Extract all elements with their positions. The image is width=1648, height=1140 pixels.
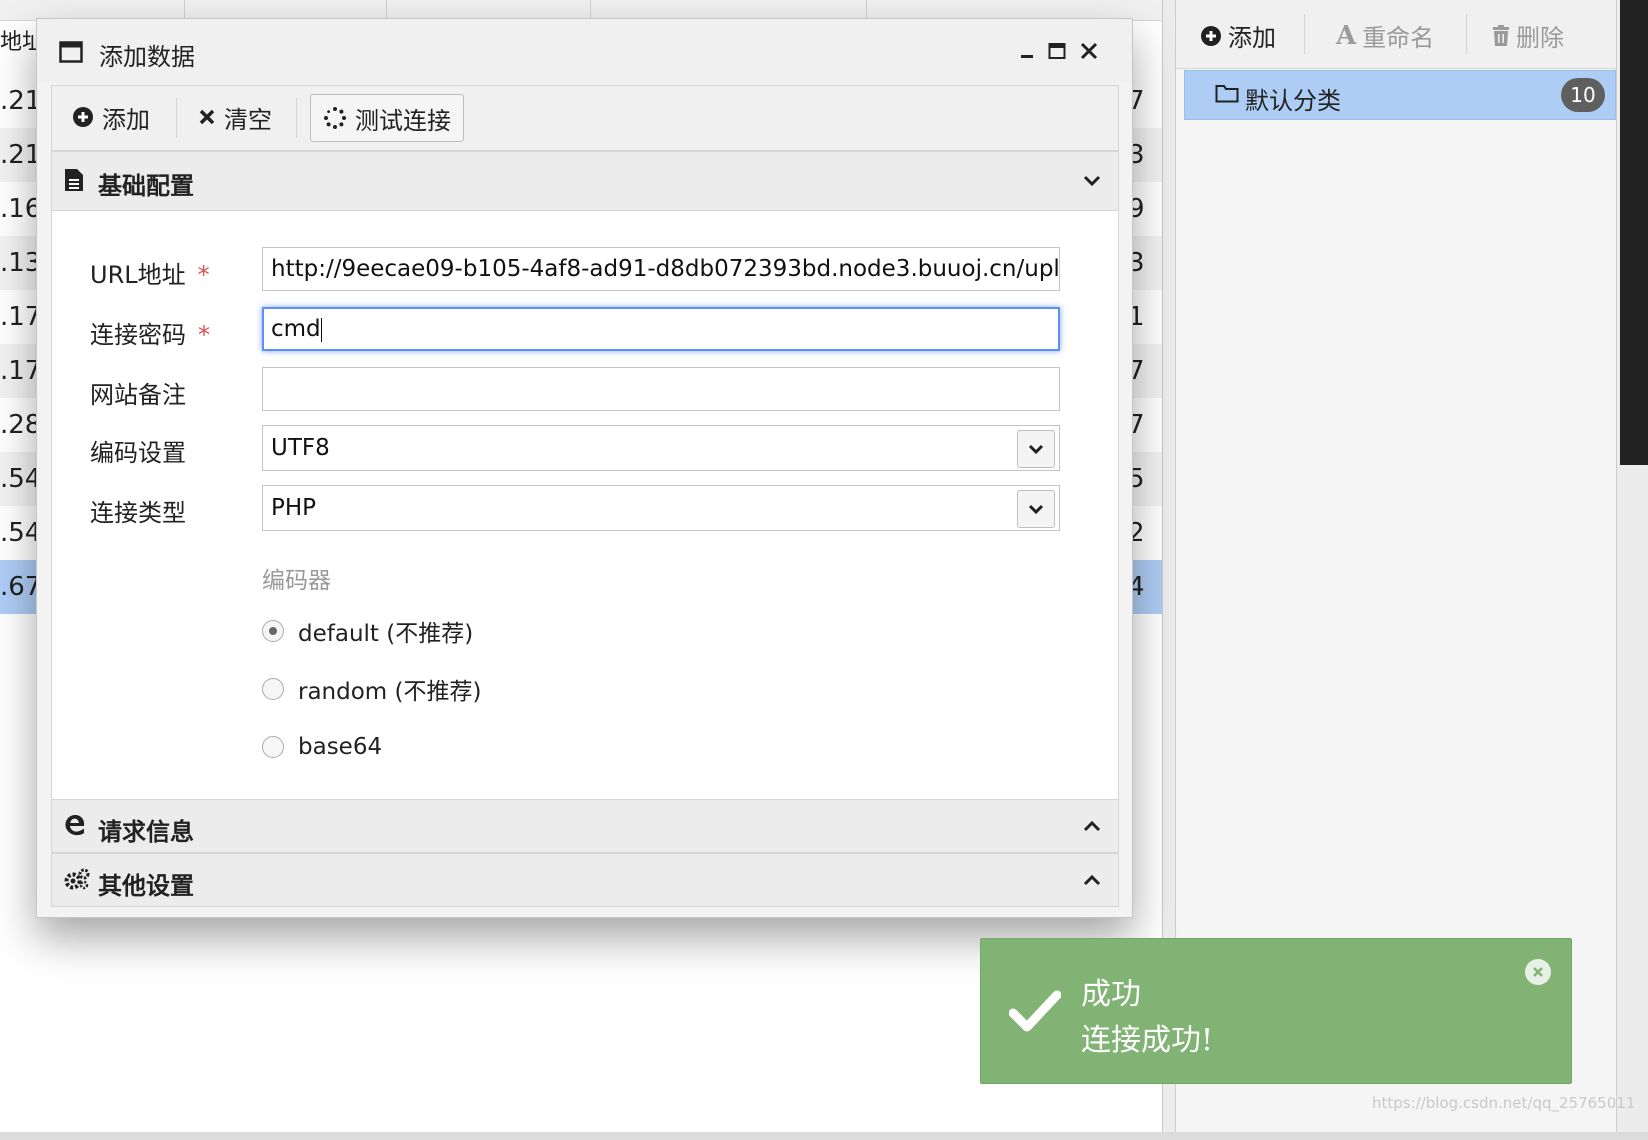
maximize-icon xyxy=(1048,43,1066,59)
password-value: cmd xyxy=(271,316,321,342)
category-delete-label: 删除 xyxy=(1516,24,1564,52)
trash-icon xyxy=(1493,24,1509,46)
encoder-option-random[interactable]: random (不推荐) xyxy=(262,671,481,707)
encoder-option-label: random (不推荐) xyxy=(298,679,482,705)
encoding-dropdown-button[interactable] xyxy=(1017,430,1055,468)
encoder-option-default[interactable]: default (不推荐) xyxy=(262,613,473,649)
category-rename-button[interactable]: A 重命名 xyxy=(1336,18,1434,53)
category-label: 默认分类 xyxy=(1245,87,1341,115)
category-add-label: 添加 xyxy=(1228,24,1276,52)
dialog-title: 添加数据 xyxy=(99,43,195,71)
toolbar-separator xyxy=(176,98,177,138)
chevron-up-icon xyxy=(1083,820,1101,832)
category-rename-label: 重命名 xyxy=(1362,24,1435,52)
minimize-button[interactable] xyxy=(1015,39,1039,63)
type-select[interactable]: PHP xyxy=(262,485,1060,531)
toast-title: 成功 xyxy=(1081,977,1141,1012)
encoder-option-label: default (不推荐) xyxy=(298,621,474,647)
type-label: 连接类型 xyxy=(90,499,186,527)
note-label: 网站备注 xyxy=(90,381,186,409)
edge-browser-icon xyxy=(65,814,85,836)
chevron-down-icon xyxy=(1028,444,1044,455)
encoding-value: UTF8 xyxy=(271,435,330,461)
chevron-up-icon xyxy=(1083,874,1101,886)
file-text-icon xyxy=(65,169,83,191)
chevron-down-icon xyxy=(1028,504,1044,515)
toolbar-separator xyxy=(296,98,297,138)
accordion-title: 请求信息 xyxy=(98,818,194,846)
gears-icon xyxy=(64,868,90,890)
basic-config-form: URL地址 * http://9eecae09-b105-4af8-ad91-d8… xyxy=(51,211,1119,799)
column-divider[interactable] xyxy=(866,0,867,20)
column-divider[interactable] xyxy=(386,0,387,20)
radio-checked[interactable] xyxy=(262,620,284,642)
clear-button-label: 清空 xyxy=(224,105,272,134)
column-divider[interactable] xyxy=(590,0,591,20)
toolbar-separator xyxy=(1304,14,1305,54)
accordion-basic-config[interactable]: 基础配置 xyxy=(51,151,1119,211)
encoding-label: 编码设置 xyxy=(90,439,186,467)
font-icon: A xyxy=(1336,20,1357,51)
window-icon xyxy=(59,41,83,63)
radio-unchecked[interactable] xyxy=(262,736,284,758)
chevron-down-icon xyxy=(1083,175,1101,187)
window-bottom-border xyxy=(0,1132,1648,1140)
clear-button[interactable]: 清空 xyxy=(186,94,284,140)
encoder-label: 编码器 xyxy=(262,568,331,594)
category-count-badge: 10 xyxy=(1561,78,1605,112)
minimize-icon xyxy=(1021,55,1033,58)
required-mark: * xyxy=(197,261,210,289)
x-icon xyxy=(199,109,215,125)
folder-icon xyxy=(1215,85,1239,103)
note-input[interactable] xyxy=(262,367,1060,411)
accordion-other-settings[interactable]: 其他设置 xyxy=(51,853,1119,907)
radio-unchecked[interactable] xyxy=(262,678,284,700)
accordion-request-info[interactable]: 请求信息 xyxy=(51,799,1119,853)
test-connection-button[interactable]: 测试连接 xyxy=(310,94,464,142)
success-toast: 成功 连接成功! xyxy=(980,938,1572,1084)
close-button[interactable] xyxy=(1077,39,1101,63)
window-edge xyxy=(1620,0,1648,465)
password-label: 连接密码 * xyxy=(90,321,210,349)
checkmark-icon xyxy=(1009,990,1061,1032)
watermark: https://blog.csdn.net/qq_25765011 xyxy=(1372,1094,1636,1112)
type-dropdown-button[interactable] xyxy=(1017,490,1055,528)
category-item-default[interactable]: 默认分类 10 xyxy=(1184,70,1616,120)
password-input[interactable]: cmd xyxy=(262,307,1060,351)
add-button-label: 添加 xyxy=(102,105,150,134)
text-cursor xyxy=(320,317,322,342)
encoder-option-label: base64 xyxy=(298,734,383,760)
accordion-title: 其他设置 xyxy=(98,872,194,900)
toolbar-separator xyxy=(1466,14,1467,54)
plus-circle-icon xyxy=(1201,25,1221,46)
category-add-button[interactable]: 添加 xyxy=(1200,18,1276,53)
spinner-icon xyxy=(324,107,346,129)
test-connection-label: 测试连接 xyxy=(355,106,451,135)
toast-close-button[interactable] xyxy=(1525,959,1551,985)
encoding-select[interactable]: UTF8 xyxy=(262,425,1060,471)
category-delete-button[interactable]: 删除 xyxy=(1492,18,1564,53)
maximize-button[interactable] xyxy=(1045,39,1069,63)
accordion-title: 基础配置 xyxy=(98,172,194,200)
plus-circle-icon xyxy=(73,107,93,127)
url-label: URL地址 * xyxy=(90,261,210,289)
url-input[interactable]: http://9eecae09-b105-4af8-ad91-d8db07239… xyxy=(262,247,1060,291)
close-icon xyxy=(1533,967,1543,977)
encoder-option-base64[interactable]: base64 xyxy=(262,729,382,765)
toast-message: 连接成功! xyxy=(1081,1023,1214,1058)
close-icon xyxy=(1080,42,1098,60)
type-value: PHP xyxy=(271,495,317,521)
column-divider[interactable] xyxy=(184,0,185,20)
dialog-toolbar: 添加 清空 测试连接 xyxy=(51,85,1119,151)
category-toolbar: 添加 A 重命名 删除 xyxy=(1176,0,1616,69)
dialog-titlebar[interactable]: 添加数据 xyxy=(37,19,1132,83)
add-button[interactable]: 添加 xyxy=(60,94,162,140)
required-mark: * xyxy=(198,321,210,349)
add-data-dialog: 添加数据 添加 清空 测试连接 基础配置 URL地址 * http://9eec… xyxy=(36,18,1133,918)
